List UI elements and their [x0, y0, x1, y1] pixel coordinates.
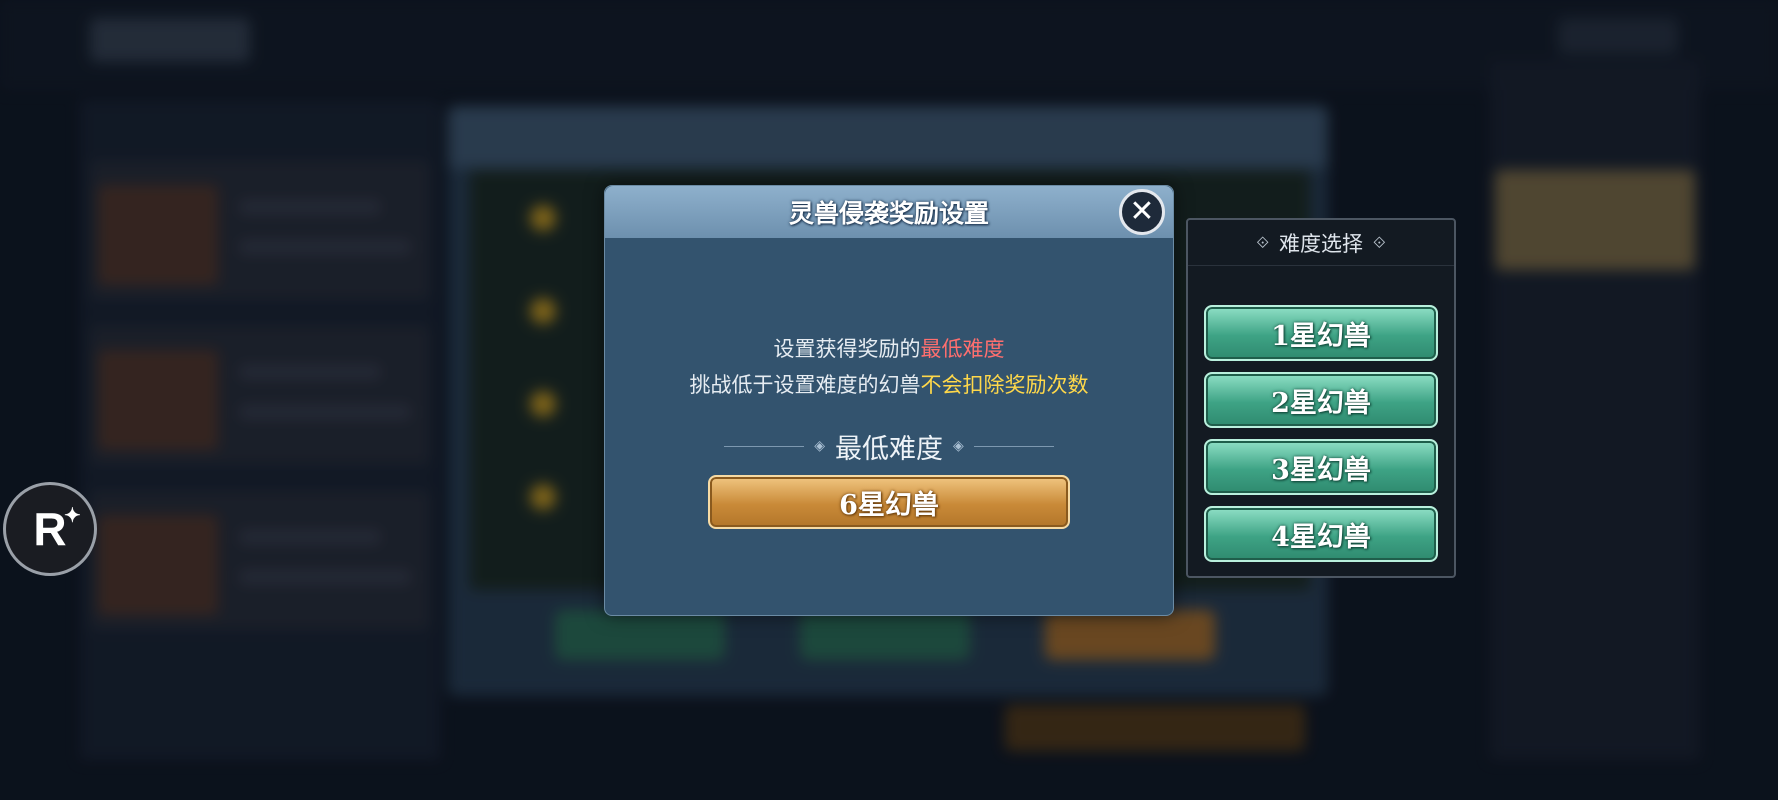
close-button[interactable]: ✕ [1119, 189, 1165, 235]
difficulty-option-2-star[interactable]: 2星幻兽 [1204, 372, 1438, 428]
description-text: 挑战低于设置难度的幻兽 [689, 373, 921, 397]
description-line-2: 挑战低于设置难度的幻兽不会扣除奖励次数 [604, 369, 1174, 399]
difficulty-option-3-star[interactable]: 3星幻兽 [1204, 439, 1438, 495]
difficulty-option-label: 1星幻兽 [1271, 320, 1371, 352]
selected-difficulty-label: 6星幻兽 [839, 489, 939, 521]
diamond-ornament-icon: ◈ [814, 438, 825, 454]
difficulty-selection-panel: ⟐ 难度选择 ⟐ 1星幻兽 2星幻兽 3星幻兽 4星幻兽 [1186, 218, 1456, 578]
ornament-icon: ⟐ [1373, 232, 1386, 252]
diamond-ornament-icon: ◈ [953, 438, 964, 454]
reward-settings-dialog: 灵兽侵袭奖励设置 ✕ [604, 185, 1174, 616]
difficulty-panel-title: 难度选择 [1279, 231, 1363, 256]
difficulty-option-label: 4星幻兽 [1271, 521, 1371, 553]
dialog-title: 灵兽侵袭奖励设置 [788, 199, 989, 228]
min-difficulty-label-row: ◈ 最低难度 ◈ [704, 428, 1074, 465]
dialog-header: 灵兽侵袭奖励设置 [605, 186, 1173, 238]
difficulty-option-list: 1星幻兽 2星幻兽 3星幻兽 4星幻兽 [1204, 305, 1440, 573]
sparkle-icon: ✦ [64, 505, 81, 527]
description-highlight-red: 最低难度 [920, 337, 1005, 361]
description-text: 设置获得奖励的 [773, 337, 921, 361]
floating-assistant-button[interactable]: R ✦ [3, 482, 97, 576]
selected-difficulty-button[interactable]: 6星幻兽 [708, 475, 1070, 529]
difficulty-option-label: 3星幻兽 [1271, 454, 1371, 486]
difficulty-option-label: 2星幻兽 [1271, 387, 1371, 419]
difficulty-option-1-star[interactable]: 1星幻兽 [1204, 305, 1438, 361]
description-line-1: 设置获得奖励的最低难度 [604, 333, 1174, 363]
divider-line [973, 445, 1054, 447]
description-highlight-yellow: 不会扣除奖励次数 [920, 373, 1089, 397]
close-icon: ✕ [1129, 194, 1155, 229]
difficulty-panel-header: ⟐ 难度选择 ⟐ [1188, 220, 1454, 266]
assistant-logo-letter: R [33, 503, 67, 555]
difficulty-option-4-star[interactable]: 4星幻兽 [1204, 506, 1438, 562]
ornament-icon: ⟐ [1256, 232, 1269, 252]
divider-line [724, 445, 805, 447]
min-difficulty-label: 最低难度 [835, 433, 943, 465]
